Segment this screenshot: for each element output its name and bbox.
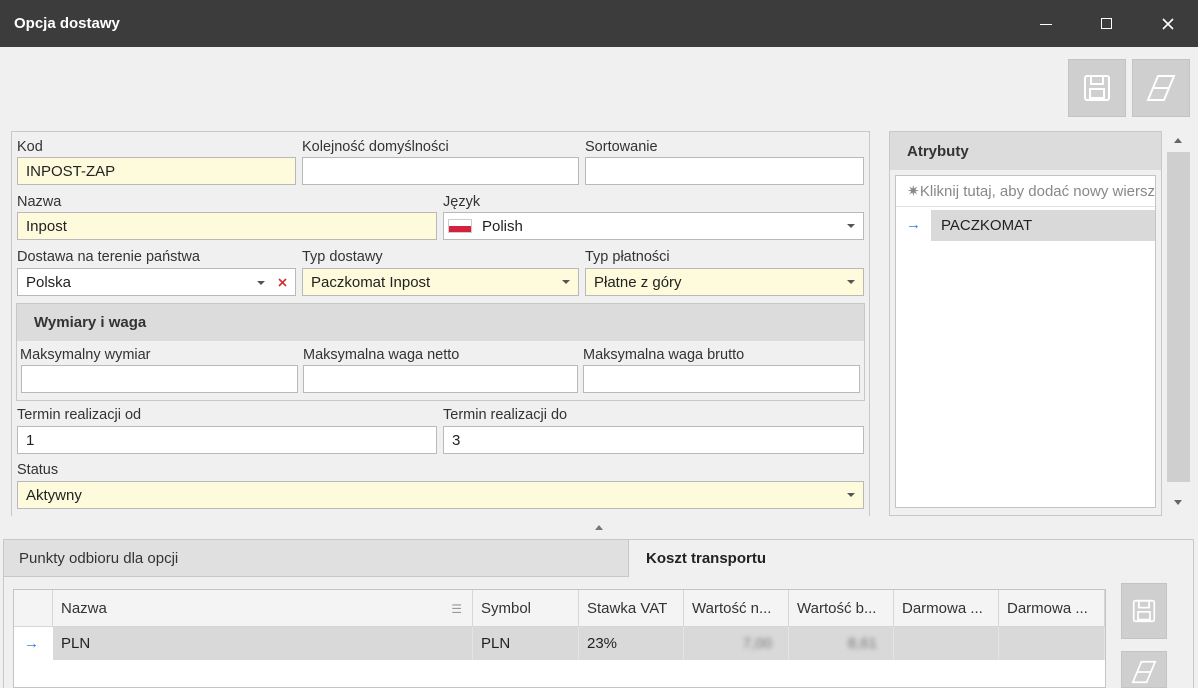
column-header-label: Nazwa <box>61 599 107 617</box>
sort-icon[interactable]: ☰ <box>451 602 462 616</box>
column-header-stawka-vat[interactable]: Stawka VAT <box>579 590 684 627</box>
grid-clear-button[interactable] <box>1121 651 1167 688</box>
eraser-icon <box>1131 660 1157 684</box>
tab-punkty-odbioru[interactable]: Punkty odbioru dla opcji <box>3 539 631 577</box>
cell-nazwa[interactable]: PLN <box>53 627 473 660</box>
status-label: Status <box>17 462 59 478</box>
typ-platnosci-select[interactable]: Płatne z góry <box>585 268 864 296</box>
atrybuty-header: Atrybuty <box>890 132 1161 170</box>
typ-platnosci-value: Płatne z góry <box>594 273 682 291</box>
termin-do-label: Termin realizacji do <box>443 407 568 423</box>
column-header-nazwa[interactable]: Nazwa ☰ <box>53 590 473 627</box>
chevron-down-icon[interactable] <box>847 280 855 284</box>
flag-poland-icon <box>448 219 472 233</box>
column-header-wartosc-netto[interactable]: Wartość n... <box>684 590 789 627</box>
max-wymiar-field[interactable] <box>21 365 298 393</box>
chevron-up-icon[interactable] <box>595 525 603 530</box>
new-row-placeholder: Kliknij tutaj, aby dodać nowy wiersz <box>919 183 1155 200</box>
typ-dostawy-value: Paczkomat Inpost <box>311 273 431 291</box>
dostawa-panstwo-value: Polska <box>26 273 72 291</box>
max-wymiar-label: Maksymalny wymiar <box>20 347 151 363</box>
cell-darmowa-1[interactable] <box>894 627 999 660</box>
status-value: Aktywny <box>26 486 82 504</box>
jezyk-value: Polish <box>482 217 523 235</box>
typ-dostawy-select[interactable]: Paczkomat Inpost <box>302 268 579 296</box>
max-netto-label: Maksymalna waga netto <box>303 347 460 363</box>
cell-stawka-vat[interactable]: 23% <box>579 627 684 660</box>
kod-label: Kod <box>17 139 43 155</box>
nazwa-field[interactable]: Inpost <box>17 212 437 240</box>
termin-do-field[interactable]: 3 <box>443 426 864 454</box>
title-bar: Opcja dostawy <box>0 0 1198 47</box>
atrybuty-title: Atrybuty <box>907 143 969 160</box>
scrollbar[interactable] <box>1165 131 1192 516</box>
maximize-icon <box>1100 18 1112 29</box>
eraser-icon <box>1146 75 1176 101</box>
minimize-icon <box>1040 24 1052 25</box>
cell-symbol[interactable]: PLN <box>473 627 579 660</box>
cell-wartosc-netto[interactable]: 7,00 <box>684 627 789 660</box>
jezyk-select[interactable]: Polish <box>443 212 864 240</box>
column-header-wartosc-brutto[interactable]: Wartość b... <box>789 590 894 627</box>
list-item[interactable]: → PACZKOMAT <box>896 210 1155 241</box>
row-indicator: → <box>14 627 53 660</box>
koszt-grid[interactable]: Nazwa ☰ Symbol Stawka VAT Wartość n... W… <box>13 589 1106 688</box>
kolejnosc-label: Kolejność domyślności <box>302 139 449 155</box>
arrow-right-icon: → <box>24 635 39 652</box>
maximize-button[interactable] <box>1078 0 1134 47</box>
kod-field[interactable]: INPOST-ZAP <box>17 157 296 185</box>
termin-od-field[interactable]: 1 <box>17 426 437 454</box>
typ-platnosci-label: Typ płatności <box>585 249 670 265</box>
close-button[interactable] <box>1140 0 1196 47</box>
column-header-darmowa-1[interactable]: Darmowa ... <box>894 590 999 627</box>
save-button[interactable] <box>1068 59 1126 117</box>
chevron-down-icon[interactable] <box>847 493 855 497</box>
asterisk-icon: ✷ <box>907 183 920 200</box>
grid-save-button[interactable] <box>1121 583 1167 639</box>
clear-button[interactable] <box>1132 59 1190 117</box>
wymiary-group-header[interactable]: Wymiary i waga <box>17 304 864 341</box>
column-header-darmowa-2[interactable]: Darmowa ... <box>999 590 1105 627</box>
status-select[interactable]: Aktywny <box>17 481 864 509</box>
atrybut-value: PACZKOMAT <box>931 210 1155 241</box>
cell-wartosc-brutto-value: 8,61 <box>847 635 877 652</box>
wymiary-group-title: Wymiary i waga <box>34 314 147 331</box>
arrow-right-icon: → <box>906 216 921 233</box>
dostawa-panstwo-select[interactable]: Polska <box>17 268 296 296</box>
atrybuty-grid[interactable]: ✷ Kliknij tutaj, aby dodać nowy wiersz →… <box>895 175 1156 508</box>
scroll-down-icon[interactable] <box>1174 500 1182 505</box>
max-brutto-label: Maksymalna waga brutto <box>583 347 745 363</box>
chevron-down-icon[interactable] <box>847 224 855 228</box>
close-icon <box>1162 17 1174 30</box>
sortowanie-field[interactable] <box>585 157 864 185</box>
window-title: Opcja dostawy <box>14 15 120 32</box>
chevron-down-icon[interactable] <box>257 281 265 285</box>
cell-wartosc-brutto[interactable]: 8,61 <box>789 627 894 660</box>
new-row[interactable]: ✷ Kliknij tutaj, aby dodać nowy wiersz <box>896 176 1155 207</box>
kolejnosc-field[interactable] <box>302 157 579 185</box>
clear-x-icon[interactable] <box>278 278 287 287</box>
column-header-symbol[interactable]: Symbol <box>473 590 579 627</box>
typ-dostawy-label: Typ dostawy <box>302 249 383 265</box>
tab-koszt-transportu[interactable]: Koszt transportu <box>628 539 1194 577</box>
scroll-up-icon[interactable] <box>1174 138 1182 143</box>
scrollbar-thumb[interactable] <box>1167 152 1190 482</box>
cell-darmowa-2[interactable] <box>999 627 1105 660</box>
minimize-button[interactable] <box>1018 0 1074 47</box>
chevron-down-icon[interactable] <box>562 280 570 284</box>
max-netto-field[interactable] <box>303 365 578 393</box>
max-brutto-field[interactable] <box>583 365 860 393</box>
save-icon <box>1084 75 1110 101</box>
sortowanie-label: Sortowanie <box>585 139 658 155</box>
cell-wartosc-netto-value: 7,00 <box>742 635 772 652</box>
dostawa-panstwo-label: Dostawa na terenie państwa <box>17 249 200 265</box>
atrybuty-panel: Atrybuty ✷ Kliknij tutaj, aby dodać nowy… <box>889 131 1162 516</box>
grid-indicator-header <box>14 590 53 627</box>
termin-od-label: Termin realizacji od <box>17 407 142 423</box>
save-icon <box>1132 599 1156 623</box>
jezyk-label: Język <box>443 194 481 210</box>
nazwa-label: Nazwa <box>17 194 62 210</box>
